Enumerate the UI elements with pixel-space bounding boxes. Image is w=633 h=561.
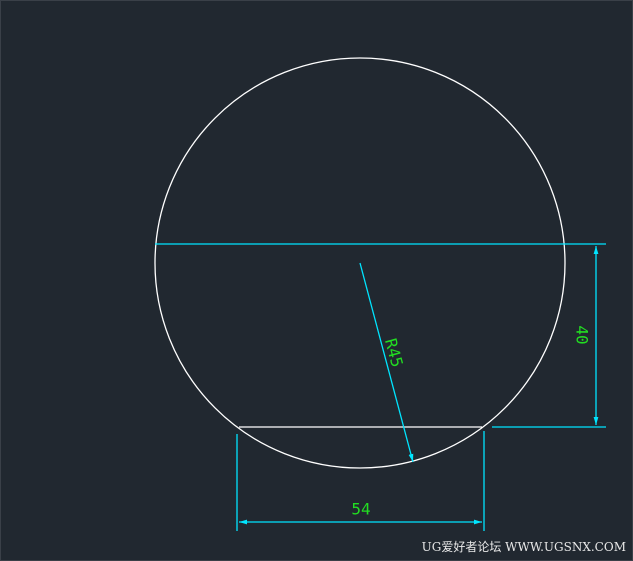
- offset-label: 40: [573, 325, 592, 344]
- width-label: 54: [351, 500, 370, 519]
- cad-canvas[interactable]: R45 54 40 UG爱好者论坛 WWW.UGSNX.COM: [0, 0, 633, 561]
- watermark-text: UG爱好者论坛 WWW.UGSNX.COM: [421, 540, 626, 554]
- radius-label: R45: [381, 336, 407, 369]
- drawing-svg: R45 54 40: [154, 57, 606, 531]
